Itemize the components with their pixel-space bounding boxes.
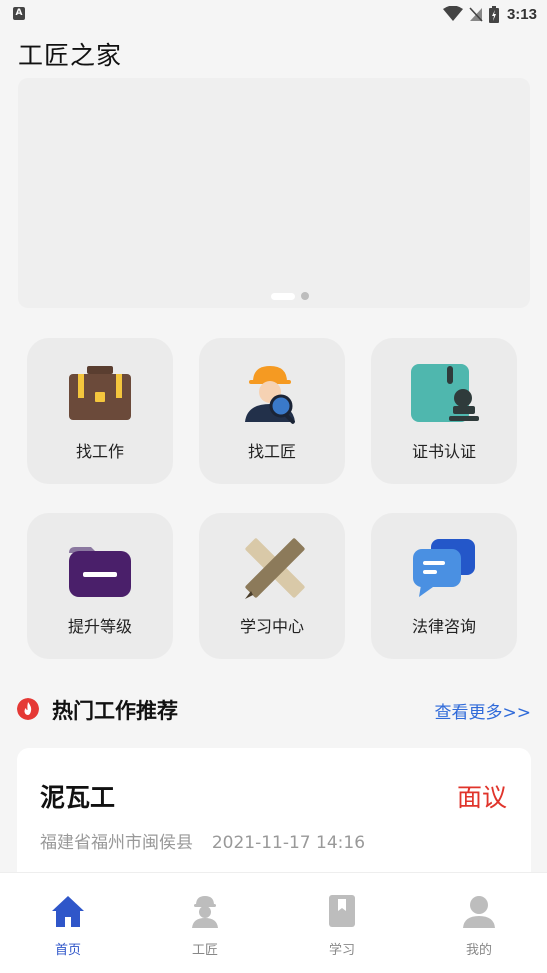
upgrade-level-tile[interactable]: 提升等级 [27,513,173,659]
clock: 3:13 [506,5,537,23]
find-worker-label: 找工匠 [247,442,296,461]
status-icons: 3:13 [442,4,537,24]
hot-jobs-title: 热门工作推荐 [52,699,178,723]
worker-search-icon [245,366,295,424]
home-icon [52,896,84,927]
job-title: 泥瓦工 [40,783,116,812]
chat-bubbles-icon [413,539,475,597]
page-title: 工匠之家 [18,41,123,70]
folder-icon [69,547,131,597]
hot-jobs-header: 热门工作推荐 查看更多>> [17,693,531,727]
carousel-indicator [271,292,309,300]
briefcase-icon [69,366,131,420]
wifi-icon [442,6,463,21]
tab-learning-label: 学习 [328,943,355,958]
no-signal-icon [469,7,483,22]
bottom-tab-bar: 首页 工匠 学习 我的 [0,872,547,973]
battery-icon [488,5,499,23]
job-salary: 面议 [456,783,507,812]
carousel-dot[interactable] [301,292,309,300]
carousel-dot-active[interactable] [271,292,295,300]
banner-carousel[interactable] [18,78,530,308]
job-card[interactable]: 泥瓦工 面议 福建省福州市闽侯县 2021-11-17 14:16 [17,748,531,888]
notification-icon: A [13,7,25,20]
user-icon [463,896,495,928]
worker-icon [192,896,218,928]
find-worker-tile[interactable]: 找工匠 [199,338,345,484]
learning-center-tile[interactable]: 学习中心 [199,513,345,659]
certificate-stamp-icon [411,364,479,422]
find-job-tile[interactable]: 找工作 [27,338,173,484]
tab-workers[interactable]: 工匠 [137,873,273,973]
legal-consult-tile[interactable]: 法律咨询 [371,513,517,659]
job-meta: 福建省福州市闽侯县 2021-11-17 14:16 [40,828,365,853]
legal-consult-label: 法律咨询 [411,617,476,636]
tab-workers-label: 工匠 [191,943,218,958]
book-icon [329,895,355,927]
pencil-ruler-icon [245,538,305,599]
find-job-label: 找工作 [75,442,124,461]
learning-center-label: 学习中心 [239,617,304,636]
certificate-label: 证书认证 [411,442,476,461]
tab-home-label: 首页 [54,943,81,958]
view-more-link[interactable]: 查看更多>> [435,698,532,723]
tab-mine-label: 我的 [465,943,492,958]
tab-home[interactable]: 首页 [0,873,136,973]
upgrade-level-label: 提升等级 [67,617,132,636]
tab-learning[interactable]: 学习 [274,873,410,973]
tab-mine[interactable]: 我的 [411,873,547,973]
certificate-tile[interactable]: 证书认证 [371,338,517,484]
job-location: 福建省福州市闽侯县 [40,833,193,853]
status-bar: A 3:13 [0,0,547,28]
job-date: 2021-11-17 14:16 [211,833,366,853]
fire-icon [17,698,39,720]
